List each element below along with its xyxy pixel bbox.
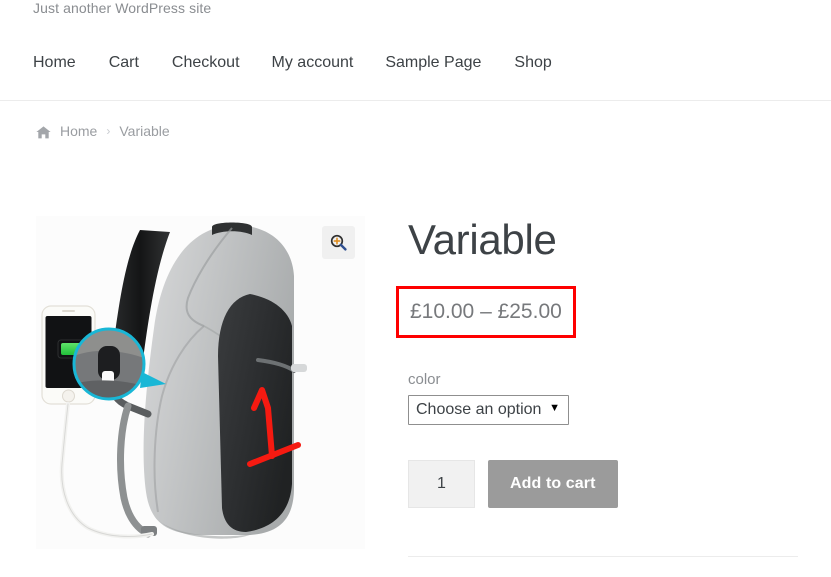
nav-item-sample-page[interactable]: Sample Page xyxy=(385,48,481,78)
product-title: Variable xyxy=(408,216,557,263)
quantity-input[interactable] xyxy=(408,460,475,509)
product-image-gallery[interactable] xyxy=(36,216,365,549)
product-summary: Variable £10.00 – £25.00 color Choose an… xyxy=(396,216,798,509)
breadcrumb-home-link[interactable]: Home xyxy=(60,123,97,139)
nav-item-cart[interactable]: Cart xyxy=(109,48,139,78)
add-to-cart-row: Add to cart xyxy=(408,460,798,509)
breadcrumb-current: Variable xyxy=(119,123,170,139)
attribute-label-color: color xyxy=(408,371,441,389)
site-tagline: Just another WordPress site xyxy=(33,0,212,16)
home-icon xyxy=(36,125,51,139)
variation-form: color Choose an option ▼ xyxy=(408,370,798,426)
color-select-shell[interactable]: Choose an option ▼ xyxy=(408,390,569,426)
add-to-cart-button[interactable]: Add to cart xyxy=(488,460,618,509)
magnifier-plus-icon[interactable] xyxy=(322,226,355,259)
breadcrumb-separator: › xyxy=(106,124,111,138)
summary-divider xyxy=(408,556,798,557)
primary-navigation: Home Cart Checkout My account Sample Pag… xyxy=(33,48,552,78)
color-select[interactable]: Choose an option xyxy=(408,395,569,426)
product-page: Just another WordPress site Home Cart Ch… xyxy=(0,0,831,577)
header-divider xyxy=(0,100,831,101)
product-price: £10.00 – £25.00 xyxy=(410,300,562,324)
nav-item-shop[interactable]: Shop xyxy=(514,48,551,78)
product-price-container: £10.00 – £25.00 xyxy=(396,286,798,339)
nav-item-checkout[interactable]: Checkout xyxy=(172,48,240,78)
nav-item-home[interactable]: Home xyxy=(33,48,76,78)
breadcrumb: Home › Variable xyxy=(36,123,170,139)
product-image[interactable] xyxy=(36,216,365,549)
nav-item-my-account[interactable]: My account xyxy=(272,48,354,78)
